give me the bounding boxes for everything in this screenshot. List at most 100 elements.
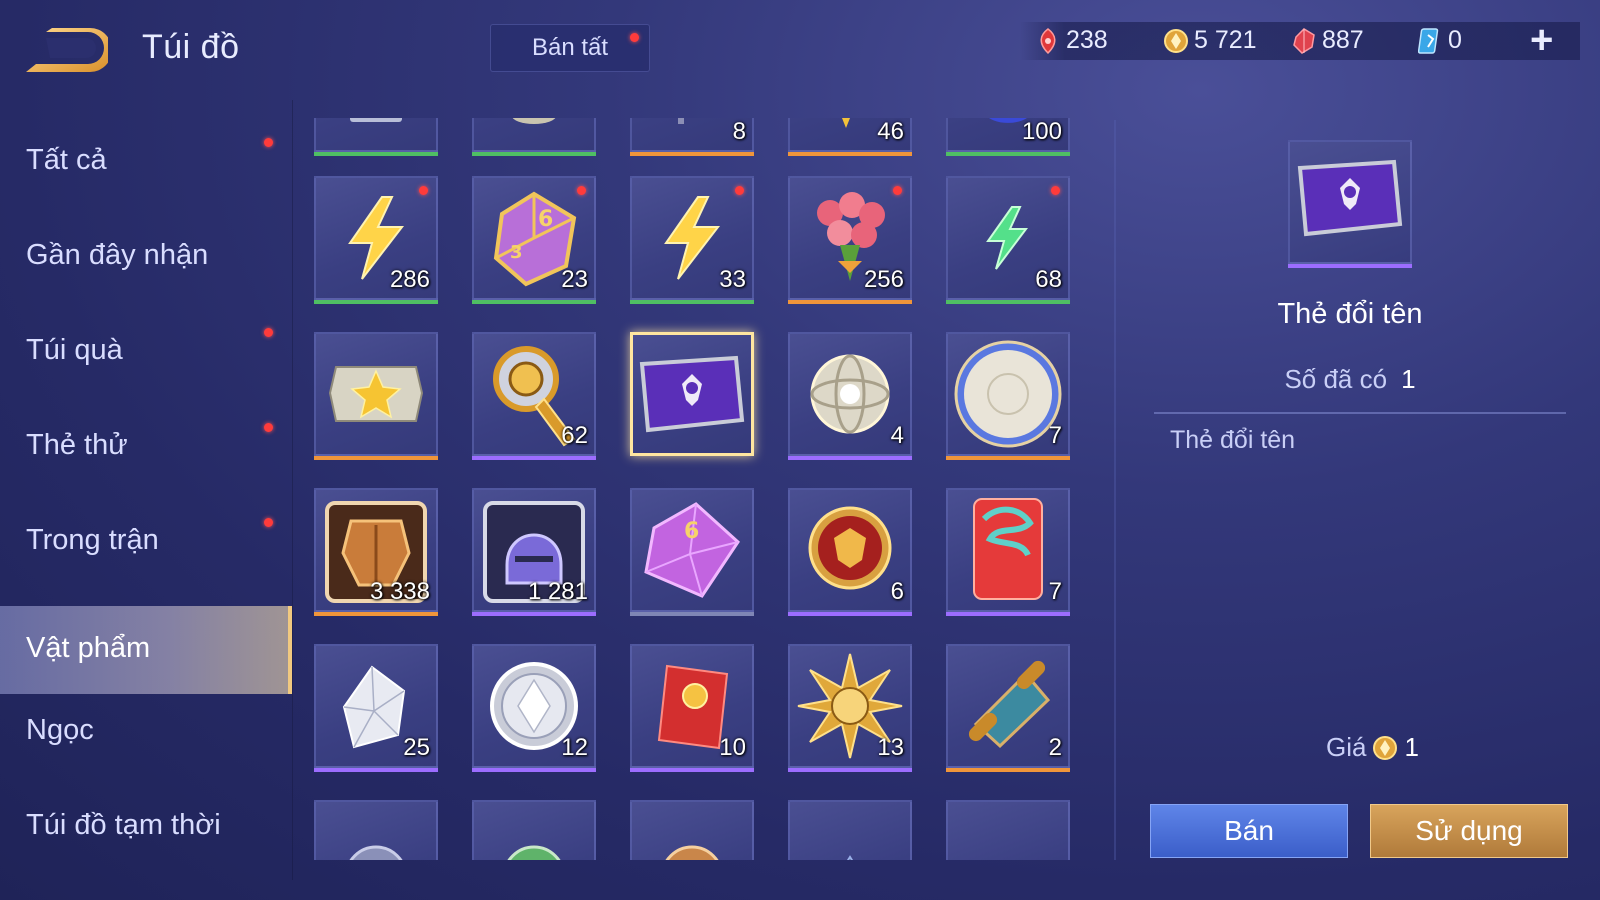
inventory-slot[interactable]: 7 <box>946 488 1070 616</box>
rarity-bar <box>630 152 754 156</box>
inventory-slot[interactable] <box>314 118 438 156</box>
sidebar-item-all[interactable]: Tất cả <box>0 118 292 206</box>
inventory-slot[interactable]: 12 <box>472 644 596 772</box>
inventory-slot[interactable] <box>314 332 438 460</box>
notification-dot <box>893 186 902 195</box>
inventory-slot[interactable] <box>472 118 596 156</box>
item-count: 2 <box>1048 734 1062 761</box>
item-count: 25 <box>403 734 430 761</box>
inventory-slot-selected[interactable] <box>630 332 754 456</box>
price-label: Giá <box>1326 732 1367 762</box>
currency-value: 0 <box>1448 26 1462 54</box>
sidebar-item-items[interactable]: Vật phẩm <box>0 606 292 694</box>
inventory-slot[interactable]: 13 <box>788 644 912 772</box>
inventory-slot[interactable]: 100 <box>946 118 1070 156</box>
notification-dot <box>630 33 639 42</box>
inventory-slot[interactable]: 286 <box>314 176 438 304</box>
inventory-slot[interactable] <box>472 800 596 860</box>
item-count: 23 <box>561 266 588 293</box>
sidebar-item-label: Trong trận <box>26 524 159 556</box>
partial-item-icon <box>963 817 1053 860</box>
item-price: Giá 1 <box>1326 732 1419 763</box>
rarity-bar <box>946 300 1070 304</box>
gold-coin-icon <box>1373 735 1398 760</box>
inventory-slot[interactable]: 62 <box>472 332 596 460</box>
currency-gold-coin[interactable]: 5 721 <box>1164 26 1257 55</box>
back-button[interactable] <box>26 26 112 74</box>
item-count: 256 <box>863 266 904 293</box>
top-bar: Túi đồ Bán tất 238 5 721 887 0 + <box>0 0 1600 100</box>
inventory-slot[interactable]: 4 <box>788 332 912 460</box>
inventory-slot[interactable]: 10 <box>630 644 754 772</box>
sidebar-item-in-match[interactable]: Trong trận <box>0 498 292 586</box>
inventory-slot[interactable]: 68 <box>946 176 1070 304</box>
inventory-slot[interactable]: 8 <box>630 118 754 156</box>
sidebar-item-label: Túi quà <box>26 334 123 366</box>
scroll-icon <box>968 660 1051 749</box>
inventory-slot[interactable]: 63 23 <box>472 176 596 304</box>
item-count: 13 <box>877 734 904 761</box>
inventory-slot[interactable]: 6 <box>630 488 754 616</box>
rarity-bar <box>314 152 438 156</box>
rarity-bar <box>314 768 438 772</box>
purple-dice-icon: 6 <box>644 502 740 598</box>
inventory-slot[interactable] <box>314 800 438 860</box>
item-count: 33 <box>719 266 746 293</box>
sidebar-item-temp-bag[interactable]: Túi đồ tạm thời <box>0 783 292 871</box>
notification-dot <box>577 186 586 195</box>
inventory-grid: 8 46 100 286 63 23 33 256 68 62 4 7 3 33… <box>314 118 1074 860</box>
add-currency-button[interactable]: + <box>1530 20 1553 60</box>
inventory-slot[interactable]: 3 338 <box>314 488 438 616</box>
rarity-bar <box>788 300 912 304</box>
sidebar-item-label: Vật phẩm <box>26 632 151 664</box>
inventory-slot[interactable]: 256 <box>788 176 912 304</box>
inventory-slot[interactable] <box>630 800 754 860</box>
sidebar-item-trial-cards[interactable]: Thẻ thử <box>0 403 292 491</box>
sidebar-item-recent[interactable]: Gần đây nhận <box>0 213 292 301</box>
sidebar-item-label: Gần đây nhận <box>26 239 209 271</box>
item-count: 1 281 <box>527 578 588 605</box>
inventory-slot[interactable]: 7 <box>946 332 1070 460</box>
silver-orb-icon <box>810 354 890 434</box>
currency-blue-card[interactable]: 0 <box>1418 26 1462 55</box>
page-title: Túi đồ <box>142 28 240 66</box>
use-button[interactable]: Sử dụng <box>1370 804 1568 858</box>
owned-count: Số đã có 1 <box>1150 364 1550 395</box>
inventory-slot[interactable] <box>946 800 1070 860</box>
currency-ruby-gem[interactable]: 887 <box>1292 26 1364 55</box>
item-count: 7 <box>1048 578 1062 605</box>
notification-dot <box>264 423 273 432</box>
inventory-slot[interactable]: 46 <box>788 118 912 156</box>
panel-divider <box>1114 120 1116 860</box>
inventory-slot[interactable]: 6 <box>788 488 912 616</box>
category-sidebar: Tất cả Gần đây nhận Túi quà Thẻ thử Tron… <box>0 112 292 900</box>
partial-item-icon <box>507 845 561 860</box>
notification-dot <box>264 328 273 337</box>
item-count: 100 <box>1021 118 1062 145</box>
item-description: Thẻ đổi tên <box>1170 426 1296 454</box>
inventory-slot[interactable]: 33 <box>630 176 754 304</box>
item-count: 62 <box>561 422 588 449</box>
inventory-slot[interactable]: 1 281 <box>472 488 596 616</box>
currency-red-token[interactable]: 238 <box>1036 26 1108 55</box>
ruby-gem-icon <box>1293 27 1315 54</box>
sidebar-item-gift-bags[interactable]: Túi quà <box>0 308 292 396</box>
inventory-slot[interactable]: 2 <box>946 644 1070 772</box>
sidebar-item-gems[interactable]: Ngọc <box>0 688 292 776</box>
inventory-slot[interactable]: 25 <box>314 644 438 772</box>
red-token-icon <box>1040 27 1056 54</box>
notification-dot <box>264 518 273 527</box>
price-value: 1 <box>1404 732 1419 762</box>
divider <box>1154 412 1566 414</box>
notification-dot <box>1051 186 1060 195</box>
sell-all-button[interactable]: Bán tất <box>490 24 650 72</box>
partial-item-icon <box>665 845 719 860</box>
notification-dot <box>735 186 744 195</box>
svg-text:6: 6 <box>684 519 699 544</box>
inventory-slot[interactable] <box>788 800 912 860</box>
back-arrow-icon <box>26 28 112 72</box>
item-count: 286 <box>389 266 430 293</box>
rarity-bar <box>314 612 438 616</box>
detail-item-slot <box>1288 140 1412 268</box>
sell-button[interactable]: Bán <box>1150 804 1348 858</box>
